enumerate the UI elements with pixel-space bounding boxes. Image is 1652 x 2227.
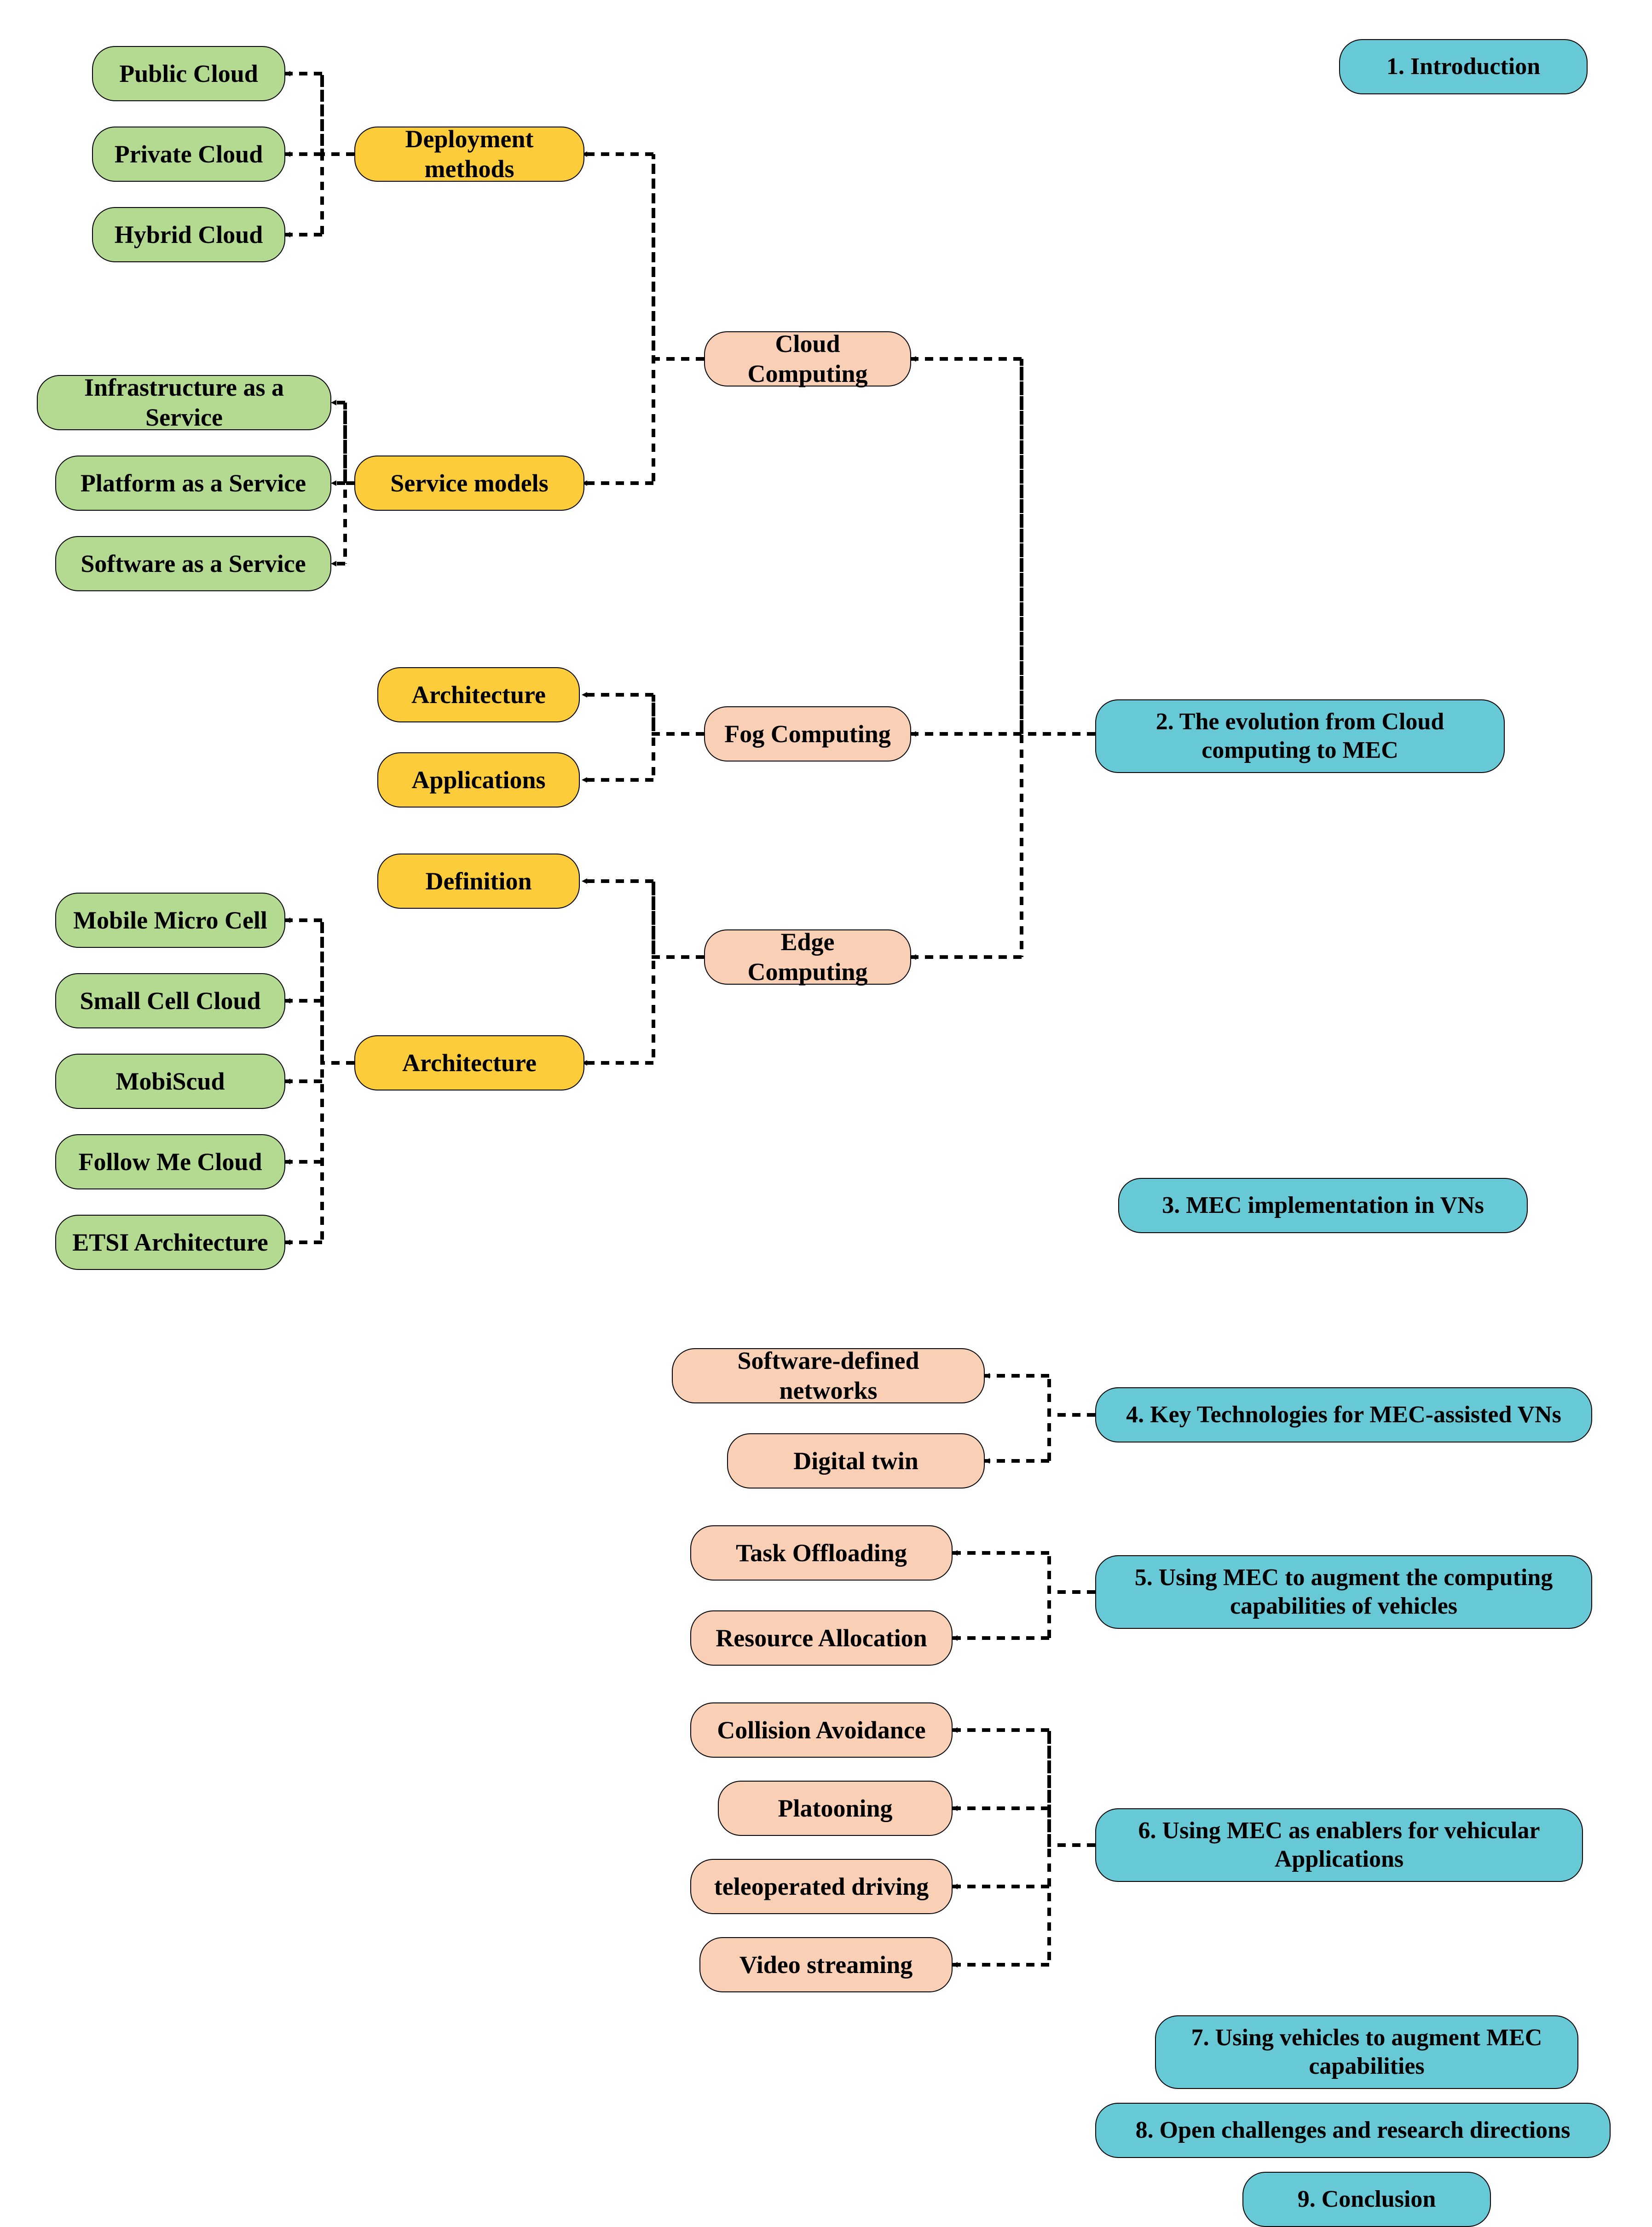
- task-offloading: Task Offloading: [690, 1525, 953, 1581]
- section-9: 9. Conclusion: [1242, 2172, 1491, 2227]
- section-8: 8. Open challenges and research directio…: [1095, 2103, 1611, 2158]
- private-cloud: Private Cloud: [92, 127, 285, 182]
- mobiscud: MobiScud: [55, 1054, 285, 1109]
- section-3: 3. MEC implementation in VNs: [1118, 1178, 1528, 1233]
- section-5: 5. Using MEC to augment the computing ca…: [1095, 1555, 1592, 1629]
- section-6: 6. Using MEC as enablers for vehicular A…: [1095, 1808, 1583, 1882]
- teleoperated-driving: teleoperated driving: [690, 1859, 953, 1914]
- saas: Software as a Service: [55, 536, 331, 591]
- diagram-canvas: 1. Introduction 2. The evolution from Cl…: [9, 9, 1652, 2195]
- fog-architecture: Architecture: [377, 667, 580, 722]
- etsi-architecture: ETSI Architecture: [55, 1215, 285, 1270]
- section-1: 1. Introduction: [1339, 39, 1588, 94]
- public-cloud: Public Cloud: [92, 46, 285, 101]
- cloud-computing: Cloud Computing: [704, 331, 911, 387]
- edge-definition: Definition: [377, 854, 580, 909]
- collision-avoidance: Collision Avoidance: [690, 1702, 953, 1758]
- section-7: 7. Using vehicles to augment MEC capabil…: [1155, 2015, 1578, 2089]
- fog-applications: Applications: [377, 752, 580, 808]
- sdn: Software-defined networks: [672, 1348, 985, 1403]
- video-streaming: Video streaming: [699, 1937, 953, 1992]
- paas: Platform as a Service: [55, 456, 331, 511]
- platooning: Platooning: [718, 1781, 953, 1836]
- small-cell-cloud: Small Cell Cloud: [55, 973, 285, 1028]
- iaas: Infrastructure as a Service: [37, 375, 331, 430]
- section-4: 4. Key Technologies for MEC-assisted VNs: [1095, 1387, 1592, 1442]
- follow-me-cloud: Follow Me Cloud: [55, 1134, 285, 1189]
- mobile-micro-cell: Mobile Micro Cell: [55, 893, 285, 948]
- section-2: 2. The evolution from Cloud computing to…: [1095, 699, 1505, 773]
- digital-twin: Digital twin: [727, 1433, 985, 1489]
- fog-computing: Fog Computing: [704, 706, 911, 762]
- resource-allocation: Resource Allocation: [690, 1610, 953, 1666]
- edge-architecture: Architecture: [354, 1035, 584, 1090]
- edge-computing: Edge Computing: [704, 929, 911, 985]
- service-models: Service models: [354, 456, 584, 511]
- deployment-methods: Deployment methods: [354, 127, 584, 182]
- hybrid-cloud: Hybrid Cloud: [92, 207, 285, 262]
